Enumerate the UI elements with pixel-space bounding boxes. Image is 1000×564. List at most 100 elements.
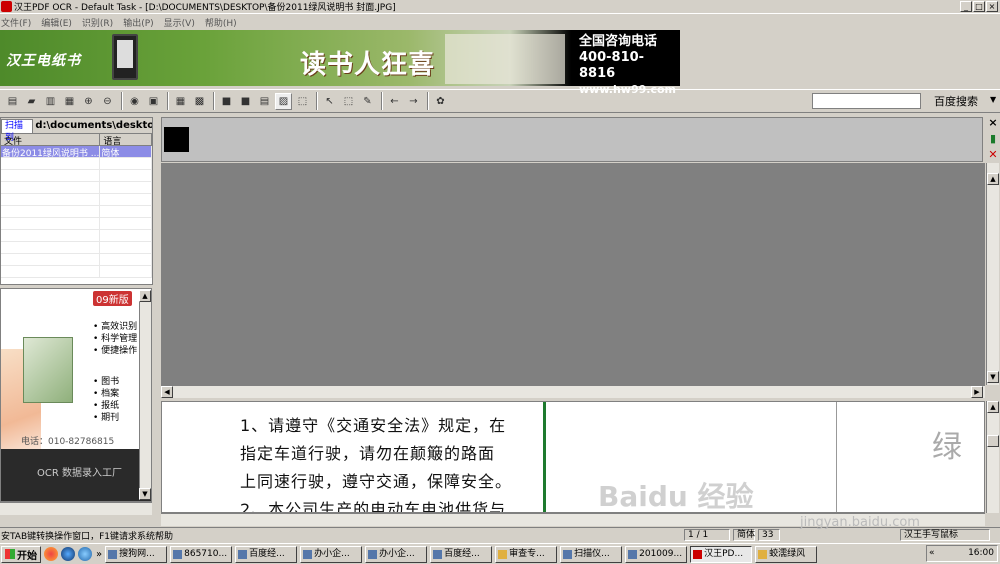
- frame-purple-icon[interactable]: ■: [237, 93, 254, 110]
- banner-ad[interactable]: 汉王电纸书 读书人狂喜 全国咨询电话 400-810-8816 www.hw99…: [0, 30, 680, 96]
- title-bar: 汉王PDF OCR - Default Task - [D:\DOCUMENTS…: [0, 0, 1000, 14]
- pages-icon[interactable]: ▦: [61, 93, 78, 110]
- close-button[interactable]: ×: [986, 1, 998, 12]
- table-row: [1, 194, 152, 206]
- status-message: 安TAB键转换操作窗口，F1键请求系统帮助: [1, 531, 174, 542]
- document-line: 2、本公司生产的电动车电池供货与: [240, 500, 507, 513]
- banner-slogan: 读书人狂喜: [300, 50, 436, 80]
- clock[interactable]: 16:00: [968, 548, 994, 558]
- column-header-file[interactable]: 文件: [1, 134, 101, 147]
- recognize-icon[interactable]: ◉: [126, 93, 143, 110]
- taskbar-item[interactable]: 搜狗网...: [105, 545, 168, 563]
- maximize-button[interactable]: □: [973, 1, 985, 12]
- image-vscrollbar[interactable]: ▲ ▼: [986, 163, 999, 385]
- table-row[interactable]: 备份2011绿风说明书 ... 简体: [1, 146, 152, 158]
- region-icon[interactable]: ▩: [191, 93, 208, 110]
- table-row: [1, 206, 152, 218]
- search-input[interactable]: [812, 93, 921, 109]
- table-icon[interactable]: ▤: [256, 93, 273, 110]
- category-item: 期刊: [93, 412, 119, 424]
- category-list: 图书 档案 报纸 期刊: [93, 376, 119, 424]
- taskbar-item[interactable]: 扫描仪...: [560, 545, 623, 563]
- chevron-down-icon[interactable]: ▼: [990, 95, 996, 104]
- toolbar-separator: [316, 92, 318, 110]
- ad-hscrollbar[interactable]: [0, 502, 152, 515]
- menu-file[interactable]: 文件(F): [1, 16, 31, 29]
- quicklaunch-more-icon[interactable]: »: [96, 549, 102, 560]
- image-hscrollbar[interactable]: ◀ ▶: [161, 385, 985, 398]
- select-region-icon[interactable]: ⬚: [294, 93, 311, 110]
- ereader-image: [112, 34, 138, 80]
- scan-icon[interactable]: ▤: [4, 93, 21, 110]
- color-wheel-icon[interactable]: ✿: [432, 93, 449, 110]
- scroll-left-arrow[interactable]: ◀: [161, 386, 173, 398]
- crop-icon[interactable]: ⬚: [340, 93, 357, 110]
- taskbar-item[interactable]: 蛟濡绿风: [755, 545, 818, 563]
- browser-icon[interactable]: [78, 547, 92, 561]
- category-item: 图书: [93, 376, 119, 388]
- taskbar-item[interactable]: 办小企...: [365, 545, 428, 563]
- system-tray: « 16:00: [926, 545, 998, 562]
- document-icon[interactable]: ▮: [986, 132, 1000, 148]
- scroll-down-arrow[interactable]: ▼: [987, 371, 999, 383]
- column-header-language[interactable]: 语言: [100, 134, 152, 147]
- layout-icon[interactable]: ▦: [172, 93, 189, 110]
- menu-recognize[interactable]: 识别(R): [82, 16, 113, 29]
- back-arrow-icon[interactable]: ←: [386, 93, 403, 110]
- start-button[interactable]: 开始: [1, 545, 41, 563]
- pen-icon[interactable]: ✎: [359, 93, 376, 110]
- delete-icon[interactable]: ✕: [986, 148, 1000, 164]
- image-view[interactable]: [161, 163, 985, 385]
- recognized-document[interactable]: 1、请遵守《交通安全法》规定，在 指定车道行驶，请勿在颠簸的路面 上同速行驶，遵…: [161, 401, 985, 513]
- table-row: [1, 158, 152, 170]
- forward-arrow-icon[interactable]: →: [405, 93, 422, 110]
- table-row: [1, 242, 152, 254]
- tray-expand-icon[interactable]: «: [929, 546, 935, 561]
- scroll-up-arrow[interactable]: ▲: [987, 401, 999, 413]
- document-vscrollbar[interactable]: ▲: [986, 401, 999, 513]
- page-divider: [836, 402, 837, 512]
- menu-edit[interactable]: 编辑(E): [41, 16, 72, 29]
- frame-red-icon[interactable]: ■: [218, 93, 235, 110]
- ad-scrollbar[interactable]: ▲ ▼: [139, 290, 151, 500]
- taskbar-item[interactable]: 百度经...: [430, 545, 493, 563]
- minimize-button[interactable]: _: [960, 1, 972, 12]
- taskbar: 开始 » 搜狗网... 865710... 百度经... 办小企... 办小企.…: [0, 543, 1000, 564]
- scroll-down-arrow[interactable]: ▼: [139, 488, 151, 500]
- quicklaunch-icon[interactable]: [44, 547, 58, 561]
- ie-icon[interactable]: [61, 547, 75, 561]
- scroll-right-arrow[interactable]: ▶: [971, 386, 983, 398]
- scroll-up-arrow[interactable]: ▲: [987, 173, 999, 185]
- image-thumbnail[interactable]: [164, 127, 189, 152]
- menu-help[interactable]: 帮助(H): [205, 16, 237, 29]
- menu-output[interactable]: 输出(P): [123, 16, 153, 29]
- table-row: [1, 218, 152, 230]
- taskbar-item[interactable]: 办小企...: [300, 545, 363, 563]
- watermark-char: 绿: [932, 430, 962, 465]
- open-folder-icon[interactable]: ▰: [23, 93, 40, 110]
- zoom-out-icon[interactable]: ⊖: [99, 93, 116, 110]
- batch-icon[interactable]: ▣: [145, 93, 162, 110]
- taskbar-item-active[interactable]: 汉王PD...: [690, 545, 753, 563]
- zoom-in-icon[interactable]: ⊕: [80, 93, 97, 110]
- pointer-icon[interactable]: ↖: [321, 93, 338, 110]
- taskbar-item[interactable]: 百度经...: [235, 545, 298, 563]
- file-list-pane: 扫描到 d:\documents\desktop\ 文件 语言 备份2011绿风…: [0, 117, 153, 285]
- copy-pages-icon[interactable]: ▥: [42, 93, 59, 110]
- book-image: [445, 34, 565, 84]
- language-cell: 简体: [100, 146, 152, 157]
- menu-view[interactable]: 显示(V): [164, 16, 195, 29]
- image-mode-icon[interactable]: ▨: [275, 92, 292, 110]
- toolbar-separator: [427, 92, 429, 110]
- new-version-badge: 09新版: [93, 291, 132, 306]
- tab-scan-to[interactable]: 扫描到: [1, 118, 34, 143]
- scroll-up-arrow[interactable]: ▲: [139, 290, 151, 302]
- taskbar-item[interactable]: 865710...: [170, 545, 233, 563]
- scroll-thumb[interactable]: [987, 435, 999, 447]
- baidu-search-button[interactable]: 百度搜索: [934, 93, 978, 109]
- taskbar-item[interactable]: 审查专...: [495, 545, 558, 563]
- close-icon[interactable]: ×: [986, 116, 1000, 132]
- banner-logo: 汉王电纸书: [6, 53, 81, 69]
- product-ad[interactable]: 09新版 高效识别 科学管理 便捷操作 图书 档案 报纸 期刊 电话：010-8…: [0, 288, 152, 502]
- taskbar-item[interactable]: 201009...: [625, 545, 688, 563]
